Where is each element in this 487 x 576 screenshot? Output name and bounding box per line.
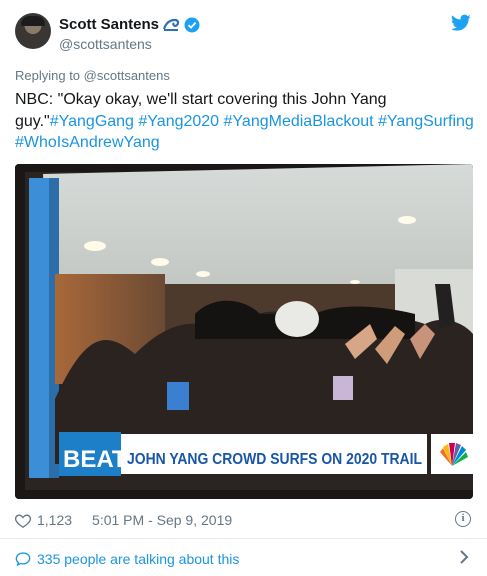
hashtag-link[interactable]: #WhoIsAndrewYang (15, 134, 160, 151)
author-handle[interactable]: @scottsantens (59, 36, 152, 52)
conversation-count[interactable]: 335 people are talking about this (37, 551, 239, 567)
tweet-meta: 1,123 5:01 PM - Sep 9, 2019 (15, 512, 232, 528)
hashtag-link[interactable]: #YangMediaBlackout (224, 113, 374, 130)
hashtag-link[interactable]: #YangGang (50, 113, 134, 130)
conversation-link[interactable]: 335 people are talking about this (15, 551, 239, 567)
speech-bubble-icon (15, 552, 31, 567)
twitter-bird-icon[interactable] (451, 14, 471, 32)
author-name[interactable]: Scott Santens (59, 16, 159, 33)
verified-badge-icon (184, 17, 200, 32)
banner-show-name: BEAT (63, 446, 127, 473)
hashtag-link[interactable]: #Yang2020 (138, 113, 219, 130)
banner-headline: JOHN YANG CROWD SURFS ON 2020 TRAIL (127, 451, 422, 468)
tweet-card: Scott Santens @scottsantens Replying to … (0, 0, 487, 576)
tweet-text: NBC: "Okay okay, we'll start covering th… (15, 89, 475, 154)
tv-photo: BEAT JOHN YANG CROWD SURFS ON 2020 TRAIL (15, 164, 473, 499)
reply-prefix: Replying to (15, 68, 81, 83)
reply-context: Replying to @scottsantens (15, 68, 170, 83)
tweet-timestamp[interactable]: 5:01 PM - Sep 9, 2019 (92, 512, 232, 528)
divider (0, 538, 487, 539)
author-name-row[interactable]: Scott Santens (59, 16, 200, 33)
hashtag-link[interactable]: #YangSurfing (378, 113, 474, 130)
tweet-media-photo[interactable]: BEAT JOHN YANG CROWD SURFS ON 2020 TRAIL (15, 164, 473, 499)
reply-handle-link[interactable]: @scottsantens (84, 68, 170, 83)
chevron-right-icon[interactable] (459, 550, 469, 569)
like-count[interactable]: 1,123 (37, 512, 72, 528)
heart-icon[interactable] (15, 513, 31, 528)
info-icon[interactable]: i (455, 511, 471, 527)
blue-wave-emoji-icon (163, 18, 180, 31)
author-avatar[interactable] (15, 13, 51, 49)
